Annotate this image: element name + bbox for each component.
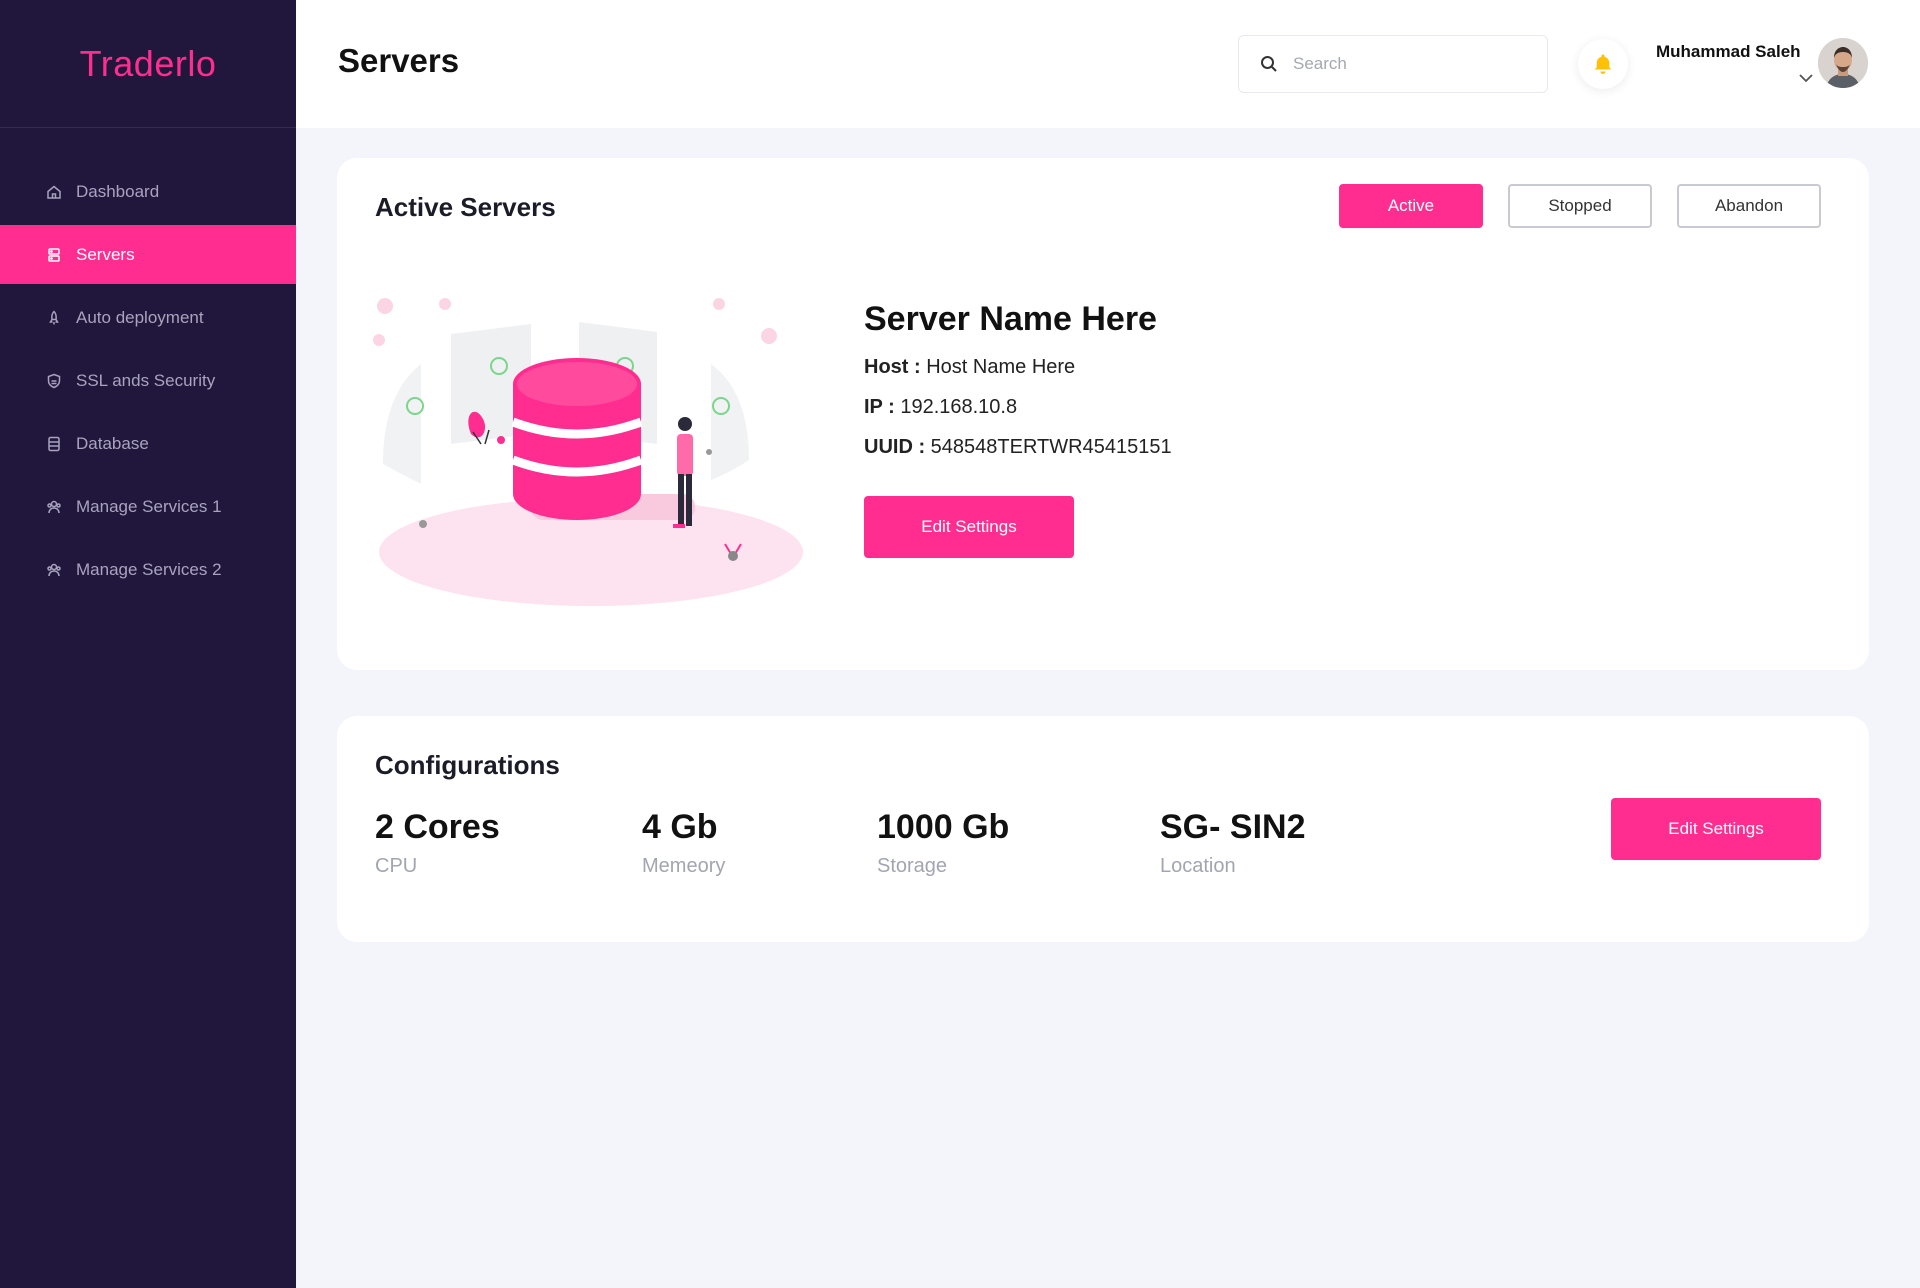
filter-abandon-button[interactable]: Abandon xyxy=(1677,184,1821,228)
host-value: Host Name Here xyxy=(926,356,1076,378)
cpu-stat: 2 Cores CPU xyxy=(375,808,500,878)
uuid-label: UUID : xyxy=(864,436,926,458)
sidebar-item-dashboard[interactable]: Dashboard xyxy=(0,162,296,221)
sidebar-nav: Dashboard Servers Auto deployment SSL an… xyxy=(0,162,296,599)
host-label: Host : xyxy=(864,356,921,378)
edit-server-settings-button[interactable]: Edit Settings xyxy=(864,496,1074,558)
configurations-title: Configurations xyxy=(375,750,560,780)
location-label: Location xyxy=(1160,855,1236,877)
user-name[interactable]: Muhammad Saleh xyxy=(1656,42,1801,62)
sidebar-item-label: Manage Services 2 xyxy=(76,559,222,579)
edit-configuration-settings-button[interactable]: Edit Settings xyxy=(1611,798,1821,860)
uuid-value: 548548TERTWR45415151 xyxy=(930,436,1172,458)
bell-icon xyxy=(1594,54,1612,74)
brand[interactable]: Traderlo xyxy=(0,0,296,128)
ip-value: 192.168.10.8 xyxy=(900,396,1018,418)
home-icon xyxy=(44,182,64,202)
filter-active-button[interactable]: Active xyxy=(1339,184,1483,228)
storage-stat: 1000 Gb Storage xyxy=(877,808,1009,878)
shield-icon xyxy=(44,371,64,391)
sidebar-item-label: Servers xyxy=(76,244,135,264)
sidebar-item-auto-deployment[interactable]: Auto deployment xyxy=(0,288,296,347)
active-servers-card: Active Servers Active Stopped Abandon Se… xyxy=(337,158,1869,670)
sidebar-item-label: SSL ands Security xyxy=(76,370,216,390)
sidebar-item-servers[interactable]: Servers xyxy=(0,225,296,284)
host-info: Host : Host Name Here xyxy=(864,356,1075,379)
storage-value: 1000 Gb xyxy=(877,808,1010,846)
memory-stat: 4 Gb Memeory xyxy=(642,808,725,878)
search-input[interactable] xyxy=(1293,54,1513,74)
sidebar-item-database[interactable]: Database xyxy=(0,414,296,473)
configurations-card: Configurations 2 Cores CPU 4 Gb Memeory … xyxy=(337,716,1869,942)
ip-label: IP : xyxy=(864,396,895,418)
uuid-info: UUID : 548548TERTWR45415151 xyxy=(864,436,1172,459)
cpu-label: CPU xyxy=(375,855,418,877)
search-icon xyxy=(1261,56,1277,72)
top-header: Servers Muhammad Saleh xyxy=(296,0,1920,128)
memory-label: Memeory xyxy=(642,855,726,877)
users-icon xyxy=(44,497,64,517)
database-icon xyxy=(44,434,64,454)
users-icon xyxy=(44,560,64,580)
search-box[interactable] xyxy=(1238,35,1548,93)
cpu-value: 2 Cores xyxy=(375,808,500,846)
sidebar: Traderlo Dashboard Servers Auto deployme… xyxy=(0,0,296,1288)
avatar-image xyxy=(1818,38,1868,88)
brand-logo-text: Traderlo xyxy=(79,42,217,84)
location-value: SG- SIN2 xyxy=(1160,808,1306,846)
filter-stopped-button[interactable]: Stopped xyxy=(1508,184,1652,228)
sidebar-item-label: Dashboard xyxy=(76,181,160,201)
sidebar-item-label: Auto deployment xyxy=(76,307,204,327)
memory-value: 4 Gb xyxy=(642,808,718,846)
rocket-icon xyxy=(44,308,64,328)
avatar[interactable] xyxy=(1818,38,1868,88)
ip-info: IP : 192.168.10.8 xyxy=(864,396,1017,419)
sidebar-item-label: Database xyxy=(76,433,149,453)
sidebar-item-manage-services-1[interactable]: Manage Services 1 xyxy=(0,477,296,536)
storage-label: Storage xyxy=(877,855,948,877)
page-title: Servers xyxy=(338,42,460,79)
server-name: Server Name Here xyxy=(864,300,1157,338)
sidebar-item-label: Manage Services 1 xyxy=(76,496,222,516)
server-icon xyxy=(44,245,64,265)
server-illustration xyxy=(373,298,803,606)
active-servers-title: Active Servers xyxy=(375,192,556,222)
sidebar-item-ssl-security[interactable]: SSL ands Security xyxy=(0,351,296,410)
chevron-down-icon[interactable] xyxy=(1798,72,1814,84)
notification-button[interactable] xyxy=(1578,39,1628,89)
location-stat: SG- SIN2 Location xyxy=(1160,808,1305,878)
sidebar-item-manage-services-2[interactable]: Manage Services 2 xyxy=(0,540,296,599)
